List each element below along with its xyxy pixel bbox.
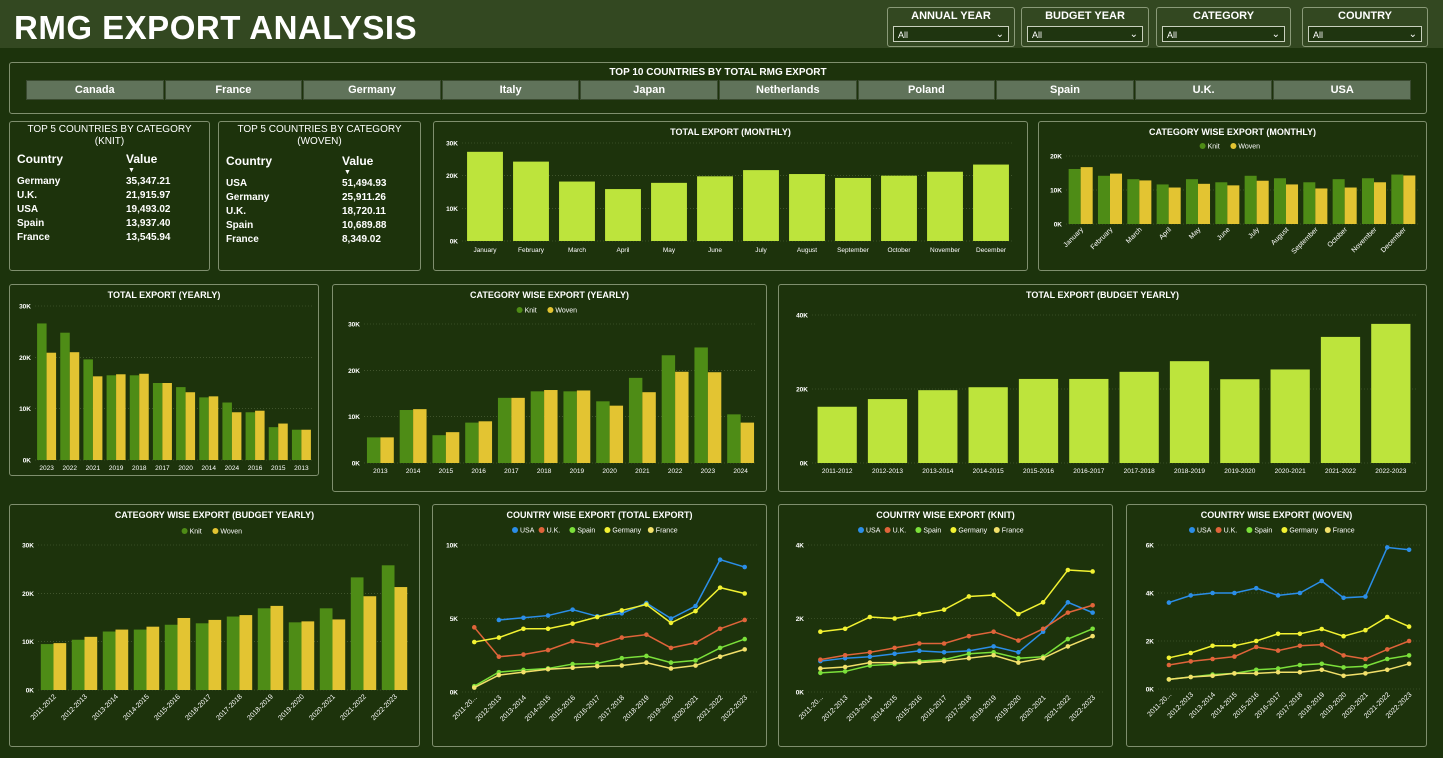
chart-panel-yearly — [9, 284, 319, 476]
chevron-down-icon: ⌄ — [1271, 29, 1280, 40]
top10-country-spain[interactable]: Spain — [996, 80, 1134, 100]
top10-country-germany[interactable]: Germany — [303, 80, 441, 100]
filter-category[interactable]: CATEGORY All ⌄ — [1156, 7, 1291, 47]
chevron-down-icon: ⌄ — [995, 29, 1004, 40]
sort-desc-icon[interactable]: ▼ — [128, 167, 135, 174]
table-cell-country: France — [226, 234, 259, 245]
chart-panel-monthly — [433, 121, 1028, 271]
filter-annual-year[interactable]: ANNUAL YEAR All ⌄ — [887, 7, 1015, 47]
table-cell-country: Germany — [17, 176, 61, 187]
table-cell-value: 19,493.02 — [126, 204, 171, 215]
top10-country-netherlands[interactable]: Netherlands — [719, 80, 857, 100]
chart-panel-country-woven — [1126, 504, 1427, 747]
knit-table-panel: TOP 5 COUNTRIES BY CATEGORY (KNIT) Count… — [9, 121, 210, 271]
page-title: RMG EXPORT ANALYSIS — [14, 9, 418, 46]
woven-table-panel: TOP 5 COUNTRIES BY CATEGORY (WOVEN) Coun… — [218, 121, 421, 271]
table-cell-country: USA — [226, 178, 248, 189]
filter-label: COUNTRY — [1338, 10, 1392, 22]
budget-year-select[interactable]: All ⌄ — [1027, 26, 1143, 42]
select-value: All — [1167, 30, 1178, 40]
select-value: All — [1313, 30, 1324, 40]
table-cell-value: 13,937.40 — [126, 218, 171, 229]
table-cell-value: 13,545.94 — [126, 232, 171, 243]
table-cell-country: Spain — [17, 218, 45, 229]
top10-country-italy[interactable]: Italy — [441, 80, 580, 100]
column-header-value[interactable]: Value — [126, 152, 157, 166]
chart-panel-category-yearly — [332, 284, 767, 492]
top10-country-canada[interactable]: Canada — [26, 80, 164, 100]
table-cell-value: 18,720.11 — [342, 206, 386, 217]
select-value: All — [1032, 30, 1043, 40]
chevron-down-icon: ⌄ — [1408, 29, 1417, 40]
top10-country-uk[interactable]: U.K. — [1134, 80, 1273, 100]
chart-panel-country-knit — [778, 504, 1113, 747]
category-select[interactable]: All ⌄ — [1162, 26, 1285, 42]
filter-label: ANNUAL YEAR — [911, 10, 991, 22]
table-cell-value: 35,347.21 — [126, 176, 171, 187]
table-cell-country: Germany — [226, 192, 270, 203]
table-cell-country: Spain — [226, 220, 254, 231]
column-header-country[interactable]: Country — [17, 152, 63, 166]
chart-panel-category-budget — [9, 504, 420, 747]
filter-label: CATEGORY — [1192, 10, 1255, 22]
table-cell-value: 8,349.02 — [342, 234, 381, 245]
sort-desc-icon[interactable]: ▼ — [344, 169, 351, 176]
top10-country-france[interactable]: France — [164, 80, 303, 100]
table-cell-value: 25,911.26 — [342, 192, 386, 203]
table-cell-value: 10,689.88 — [342, 220, 387, 231]
chart-panel-budget-yearly — [778, 284, 1427, 492]
table-cell-value: 21,915.97 — [126, 190, 171, 201]
annual-year-select[interactable]: All ⌄ — [893, 26, 1009, 42]
top10-country-japan[interactable]: Japan — [580, 80, 718, 100]
column-header-country[interactable]: Country — [226, 154, 272, 168]
column-header-value[interactable]: Value — [342, 154, 373, 168]
table-cell-country: USA — [17, 204, 39, 215]
select-value: All — [898, 30, 909, 40]
woven-table-title: TOP 5 COUNTRIES BY CATEGORY (WOVEN) — [237, 124, 402, 147]
chart-panel-category-monthly — [1038, 121, 1427, 271]
filter-budget-year[interactable]: BUDGET YEAR All ⌄ — [1021, 7, 1149, 47]
country-select[interactable]: All ⌄ — [1308, 26, 1422, 42]
table-cell-country: France — [17, 232, 50, 243]
knit-table-title: TOP 5 COUNTRIES BY CATEGORY (KNIT) — [27, 124, 192, 147]
chart-panel-country-total — [432, 504, 767, 747]
filter-label: BUDGET YEAR — [1045, 10, 1125, 22]
table-cell-country: U.K. — [226, 206, 246, 217]
top10-country-poland[interactable]: Poland — [857, 80, 996, 100]
top10-title: TOP 10 COUNTRIES BY TOTAL RMG EXPORT — [609, 67, 827, 78]
top10-country-usa[interactable]: USA — [1273, 80, 1411, 100]
chevron-down-icon: ⌄ — [1129, 29, 1138, 40]
table-cell-value: 51,494.93 — [342, 178, 387, 189]
table-cell-country: U.K. — [17, 190, 37, 201]
filter-country[interactable]: COUNTRY All ⌄ — [1302, 7, 1428, 47]
